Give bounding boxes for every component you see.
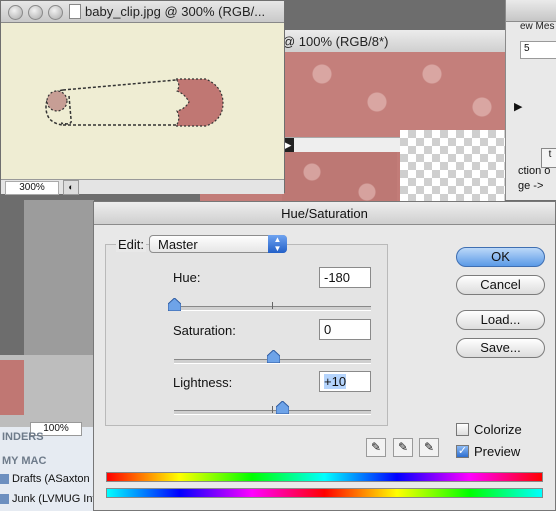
- edit-channel-value: Master: [158, 237, 198, 252]
- folder-icon: [0, 494, 9, 505]
- eyedropper-icon[interactable]: ✎: [366, 438, 386, 457]
- hue-field[interactable]: -180: [319, 267, 371, 288]
- saturation-label: Saturation:: [173, 323, 236, 338]
- close-window-icon[interactable]: [8, 5, 23, 20]
- background-document-window-right: ew Mes 5 ▶ t ction o ge ->: [505, 0, 556, 200]
- eyedropper-minus-icon[interactable]: ✎: [419, 438, 439, 457]
- lightness-field[interactable]: +10: [319, 371, 371, 392]
- sidebar-item-drafts[interactable]: Drafts (ASaxton: [0, 473, 90, 485]
- document-window-baby-clip: baby_clip.jpg @ 300% (RGB/... 300% ◐: [0, 0, 285, 195]
- edit-label: Edit:: [116, 237, 147, 252]
- lightness-label: Lightness:: [173, 375, 233, 390]
- load-button[interactable]: Load...: [456, 310, 545, 330]
- sidebar-item-junk[interactable]: Junk (LVMUG Inf: [0, 493, 96, 505]
- sidebar-item-label: Drafts (ASaxton: [12, 473, 90, 485]
- thumbnail-swatch: [0, 360, 24, 415]
- dialog-title: Hue/Saturation: [281, 206, 368, 221]
- save-button[interactable]: Save...: [456, 338, 545, 358]
- canvas-pattern: [282, 52, 505, 137]
- zoom-window-icon[interactable]: [48, 5, 63, 20]
- saturation-slider-thumb[interactable]: [266, 350, 280, 363]
- folder-icon: [0, 474, 9, 485]
- output-color-spectrum: [106, 488, 543, 498]
- window-titlebar: baby_clip.jpg @ 300% (RGB/...: [1, 1, 284, 23]
- preview-checkbox[interactable]: ✓: [456, 445, 469, 458]
- ok-button[interactable]: OK: [456, 247, 545, 267]
- window-titlebar: [506, 0, 556, 22]
- lightness-center-tick: [272, 406, 273, 413]
- panel-label: ew Mes: [520, 21, 555, 32]
- input-color-spectrum: [106, 472, 543, 482]
- dialog-titlebar: Hue/Saturation: [94, 202, 555, 225]
- background-left-panel: 100% INDERS MY MAC Drafts (ASaxton Junk …: [0, 355, 96, 511]
- cancel-button[interactable]: Cancel: [456, 275, 545, 295]
- panel-text-line: ction o: [518, 165, 551, 177]
- saturation-field[interactable]: 0: [319, 319, 371, 340]
- hue-slider-thumb[interactable]: [168, 298, 181, 311]
- minimize-window-icon[interactable]: [28, 5, 43, 20]
- sidebar-section-header: INDERS: [2, 431, 44, 443]
- sidebar-section-header: MY MAC: [2, 455, 47, 467]
- lightness-value: +10: [324, 374, 347, 389]
- hue-saturation-dialog: Hue/Saturation Edit: Master ▲ ▼ Hue: -180…: [93, 201, 556, 511]
- ruler-field: 5: [520, 41, 556, 59]
- sidebar-item-label: Junk (LVMUG Inf: [12, 493, 96, 505]
- panel-text-line: ge ->: [518, 180, 544, 192]
- status-bar: 300% ◐: [1, 179, 284, 195]
- window-title: baby_clip.jpg @ 300% (RGB/...: [85, 4, 266, 19]
- pin-coil: [46, 90, 68, 112]
- eyedropper-plus-icon[interactable]: ✎: [393, 438, 413, 457]
- colorize-label: Colorize: [474, 422, 522, 437]
- lightness-slider-thumb[interactable]: [276, 401, 290, 414]
- zoom-field[interactable]: 300%: [5, 181, 59, 195]
- safety-pin-image: [45, 78, 224, 127]
- edit-channel-select[interactable]: Master ▲ ▼: [149, 235, 287, 253]
- pin-head: [174, 78, 224, 127]
- chevron-updown-icon: ▲ ▼: [268, 235, 287, 253]
- status-menu-icon[interactable]: ◐: [63, 180, 79, 195]
- triangle-right-icon[interactable]: ▶: [514, 100, 522, 113]
- ruler-value: 5: [524, 43, 530, 54]
- window-title: @ 100% (RGB/8*): [282, 34, 389, 49]
- colorize-checkbox[interactable]: [456, 423, 469, 436]
- hue-center-tick: [272, 302, 273, 309]
- image-canvas[interactable]: [1, 23, 284, 179]
- document-proxy-icon[interactable]: [69, 4, 81, 19]
- transparent-canvas: [400, 130, 505, 210]
- preview-label: Preview: [474, 444, 521, 459]
- hue-label: Hue:: [173, 270, 201, 285]
